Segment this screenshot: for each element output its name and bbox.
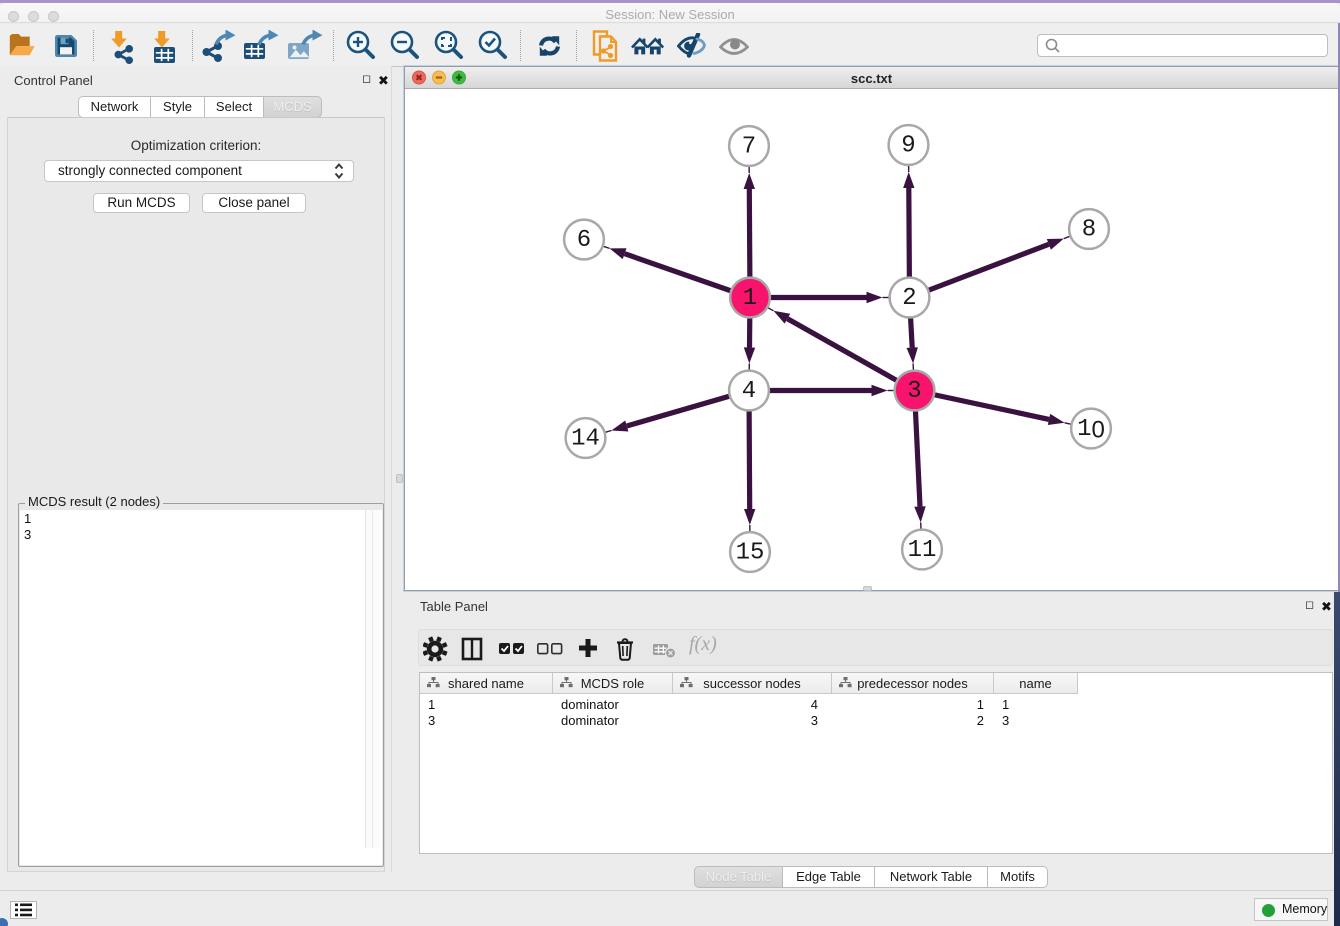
svg-text:15: 15 — [736, 540, 765, 567]
svg-text:1: 1 — [743, 285, 757, 312]
svg-text:9: 9 — [901, 133, 915, 160]
svg-text:8: 8 — [1082, 217, 1096, 244]
svg-text:14: 14 — [571, 426, 600, 453]
svg-text:11: 11 — [908, 537, 937, 564]
svg-text:4: 4 — [742, 378, 756, 405]
svg-text:3: 3 — [907, 378, 921, 405]
svg-text:2: 2 — [902, 285, 916, 312]
svg-text:10: 10 — [1077, 416, 1105, 443]
svg-text:6: 6 — [577, 227, 591, 254]
svg-text:7: 7 — [742, 134, 756, 161]
